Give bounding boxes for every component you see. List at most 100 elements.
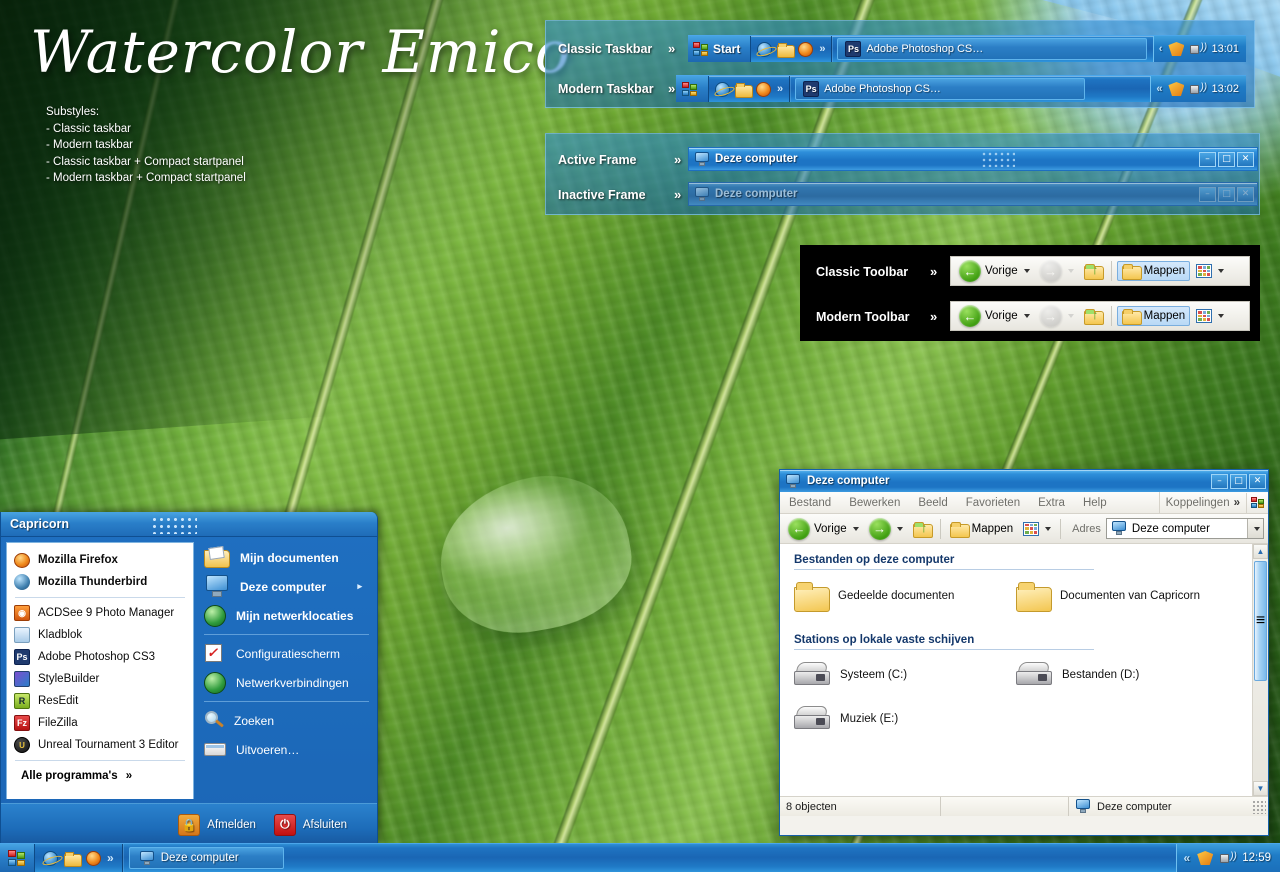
log-off-button[interactable]: 🔒 Afmelden bbox=[178, 813, 256, 836]
firefox-icon[interactable] bbox=[86, 850, 101, 866]
maximize-button[interactable]: □ bbox=[1230, 473, 1247, 489]
back-button[interactable]: ← Vorige bbox=[955, 303, 1034, 329]
forward-dropdown-caret-icon[interactable] bbox=[1067, 269, 1074, 273]
tray-clock[interactable]: 13:01 bbox=[1211, 43, 1239, 55]
start-menu-item-resedit[interactable]: R ResEdit bbox=[7, 690, 193, 712]
close-button[interactable]: ✕ bbox=[1237, 186, 1254, 202]
list-item[interactable]: Gedeelde documenten bbox=[794, 582, 1016, 612]
start-menu-item-filezilla[interactable]: Fz FileZilla bbox=[7, 712, 193, 734]
maximize-button[interactable]: □ bbox=[1218, 186, 1235, 202]
start-menu-item-firefox[interactable]: Mozilla Firefox bbox=[7, 549, 193, 571]
tray-clock[interactable]: 12:59 bbox=[1242, 852, 1271, 864]
ie-icon[interactable] bbox=[715, 81, 730, 97]
tray-expand-chevron-icon[interactable]: « bbox=[1184, 851, 1191, 865]
active-window-titlebar[interactable]: Deze computer – □ ✕ bbox=[688, 147, 1258, 171]
views-button[interactable] bbox=[1192, 262, 1228, 280]
tray-clock[interactable]: 13:02 bbox=[1211, 83, 1239, 95]
close-button[interactable]: ✕ bbox=[1237, 151, 1254, 167]
close-button[interactable]: ✕ bbox=[1249, 473, 1266, 489]
start-menu-item-stylebuilder[interactable]: StyleBuilder bbox=[7, 668, 193, 690]
menu-item-favorieten[interactable]: Favorieten bbox=[957, 497, 1029, 509]
scrollbar-thumb[interactable]: ≡ bbox=[1254, 561, 1267, 681]
minimize-button[interactable]: – bbox=[1211, 473, 1228, 489]
scroll-down-button[interactable]: ▼ bbox=[1253, 781, 1268, 796]
show-desktop-icon[interactable] bbox=[64, 851, 82, 867]
up-button[interactable]: ↑ bbox=[909, 520, 935, 538]
minimize-button[interactable]: – bbox=[1199, 151, 1216, 167]
vertical-scrollbar[interactable]: ▲ ≡ ▼ bbox=[1252, 544, 1268, 796]
back-dropdown-caret-icon[interactable] bbox=[1023, 314, 1030, 318]
taskbar-task-button[interactable]: Ps Adobe Photoshop CS… bbox=[837, 38, 1148, 60]
ie-icon[interactable] bbox=[43, 850, 58, 866]
volume-icon[interactable]: )) bbox=[1220, 851, 1237, 865]
system-tray[interactable]: ‹ )) 13:01 bbox=[1152, 36, 1246, 62]
up-button[interactable]: ↑ bbox=[1080, 307, 1106, 325]
start-menu-item-my-documents[interactable]: Mijn documenten bbox=[200, 543, 377, 572]
system-tray[interactable]: « )) 12:59 bbox=[1175, 844, 1280, 872]
list-item[interactable]: Muziek (E:) bbox=[794, 706, 1019, 732]
list-item[interactable]: Documenten van Capricorn bbox=[1016, 582, 1238, 612]
start-menu-item-run[interactable]: Uitvoeren… bbox=[200, 735, 377, 764]
firefox-icon[interactable] bbox=[756, 81, 771, 97]
address-dropdown-caret-icon[interactable] bbox=[1247, 519, 1263, 538]
views-button[interactable] bbox=[1019, 520, 1055, 538]
back-button[interactable]: ← Vorige bbox=[784, 516, 863, 542]
back-dropdown-caret-icon[interactable] bbox=[852, 526, 859, 531]
maximize-button[interactable]: □ bbox=[1218, 151, 1235, 167]
explorer-titlebar[interactable]: Deze computer – □ ✕ bbox=[780, 470, 1268, 492]
menu-item-bewerken[interactable]: Bewerken bbox=[840, 497, 909, 509]
links-chevron-icon[interactable]: » bbox=[1234, 497, 1240, 509]
menu-item-bestand[interactable]: Bestand bbox=[780, 497, 840, 509]
start-menu-item-photoshop[interactable]: Ps Adobe Photoshop CS3 bbox=[7, 646, 193, 668]
system-tray[interactable]: « )) 13:02 bbox=[1150, 76, 1246, 102]
start-menu-item-network-connections[interactable]: Netwerkverbindingen bbox=[200, 668, 377, 697]
shut-down-button[interactable]: ⏻ Afsluiten bbox=[273, 813, 347, 836]
tray-security-icon[interactable] bbox=[1168, 82, 1185, 96]
folders-button[interactable]: Mappen bbox=[1116, 261, 1191, 281]
resize-grip[interactable] bbox=[1252, 799, 1266, 814]
back-dropdown-caret-icon[interactable] bbox=[1023, 269, 1030, 273]
start-menu-item-notepad[interactable]: Kladblok bbox=[7, 624, 193, 646]
quick-launch-bar[interactable]: » bbox=[709, 76, 791, 102]
quicklaunch-chevron-icon[interactable]: » bbox=[107, 851, 114, 865]
quicklaunch-chevron-icon[interactable]: » bbox=[777, 83, 783, 95]
show-desktop-icon[interactable] bbox=[735, 82, 753, 98]
forward-button[interactable]: → bbox=[1036, 303, 1078, 329]
start-menu-item-control-panel[interactable]: ✓ Configuratiescherm bbox=[200, 639, 377, 668]
views-dropdown-caret-icon[interactable] bbox=[1218, 314, 1225, 318]
tray-expand-chevron-icon[interactable]: ‹ bbox=[1159, 43, 1163, 55]
start-menu-item-search[interactable]: Zoeken bbox=[200, 706, 377, 735]
scroll-up-button[interactable]: ▲ bbox=[1253, 544, 1268, 559]
forward-dropdown-caret-icon[interactable] bbox=[896, 526, 903, 531]
views-button[interactable] bbox=[1192, 307, 1228, 325]
links-toolbar[interactable]: Koppelingen » bbox=[1158, 492, 1246, 513]
list-item[interactable]: Systeem (C:) bbox=[794, 662, 1016, 688]
back-button[interactable]: ← Vorige bbox=[955, 258, 1034, 284]
start-menu-item-ut3editor[interactable]: U Unreal Tournament 3 Editor bbox=[7, 734, 193, 756]
menu-item-help[interactable]: Help bbox=[1074, 497, 1116, 509]
folders-button[interactable]: Mappen bbox=[1116, 306, 1191, 326]
folders-button[interactable]: Mappen bbox=[946, 520, 1018, 538]
start-button[interactable] bbox=[0, 844, 35, 872]
explorer-file-pane[interactable]: Bestanden op deze computer Gedeelde docu… bbox=[780, 544, 1252, 796]
start-button[interactable] bbox=[676, 76, 709, 102]
caption-buttons[interactable]: – □ ✕ bbox=[1199, 186, 1254, 202]
up-button[interactable]: ↑ bbox=[1080, 262, 1106, 280]
address-input[interactable]: Deze computer bbox=[1105, 518, 1264, 539]
caption-buttons[interactable]: – □ ✕ bbox=[1211, 473, 1266, 489]
forward-button[interactable]: → bbox=[1036, 258, 1078, 284]
start-menu-item-acdsee[interactable]: ◉ ACDSee 9 Photo Manager bbox=[7, 602, 193, 624]
start-menu-item-my-computer[interactable]: Deze computer ▸ bbox=[200, 572, 377, 601]
start-button[interactable]: Start bbox=[688, 36, 752, 62]
firefox-icon[interactable] bbox=[798, 41, 814, 57]
tray-security-icon[interactable] bbox=[1197, 851, 1214, 865]
views-dropdown-caret-icon[interactable] bbox=[1045, 526, 1052, 531]
start-menu-item-thunderbird[interactable]: Mozilla Thunderbird bbox=[7, 571, 193, 593]
menu-item-extra[interactable]: Extra bbox=[1029, 497, 1074, 509]
tray-expand-chevron-icon[interactable]: « bbox=[1156, 83, 1162, 95]
caption-buttons[interactable]: – □ ✕ bbox=[1199, 151, 1254, 167]
forward-button[interactable]: → bbox=[865, 516, 907, 542]
forward-dropdown-caret-icon[interactable] bbox=[1067, 314, 1074, 318]
inactive-window-titlebar[interactable]: Deze computer – □ ✕ bbox=[688, 182, 1258, 206]
minimize-button[interactable]: – bbox=[1199, 186, 1216, 202]
